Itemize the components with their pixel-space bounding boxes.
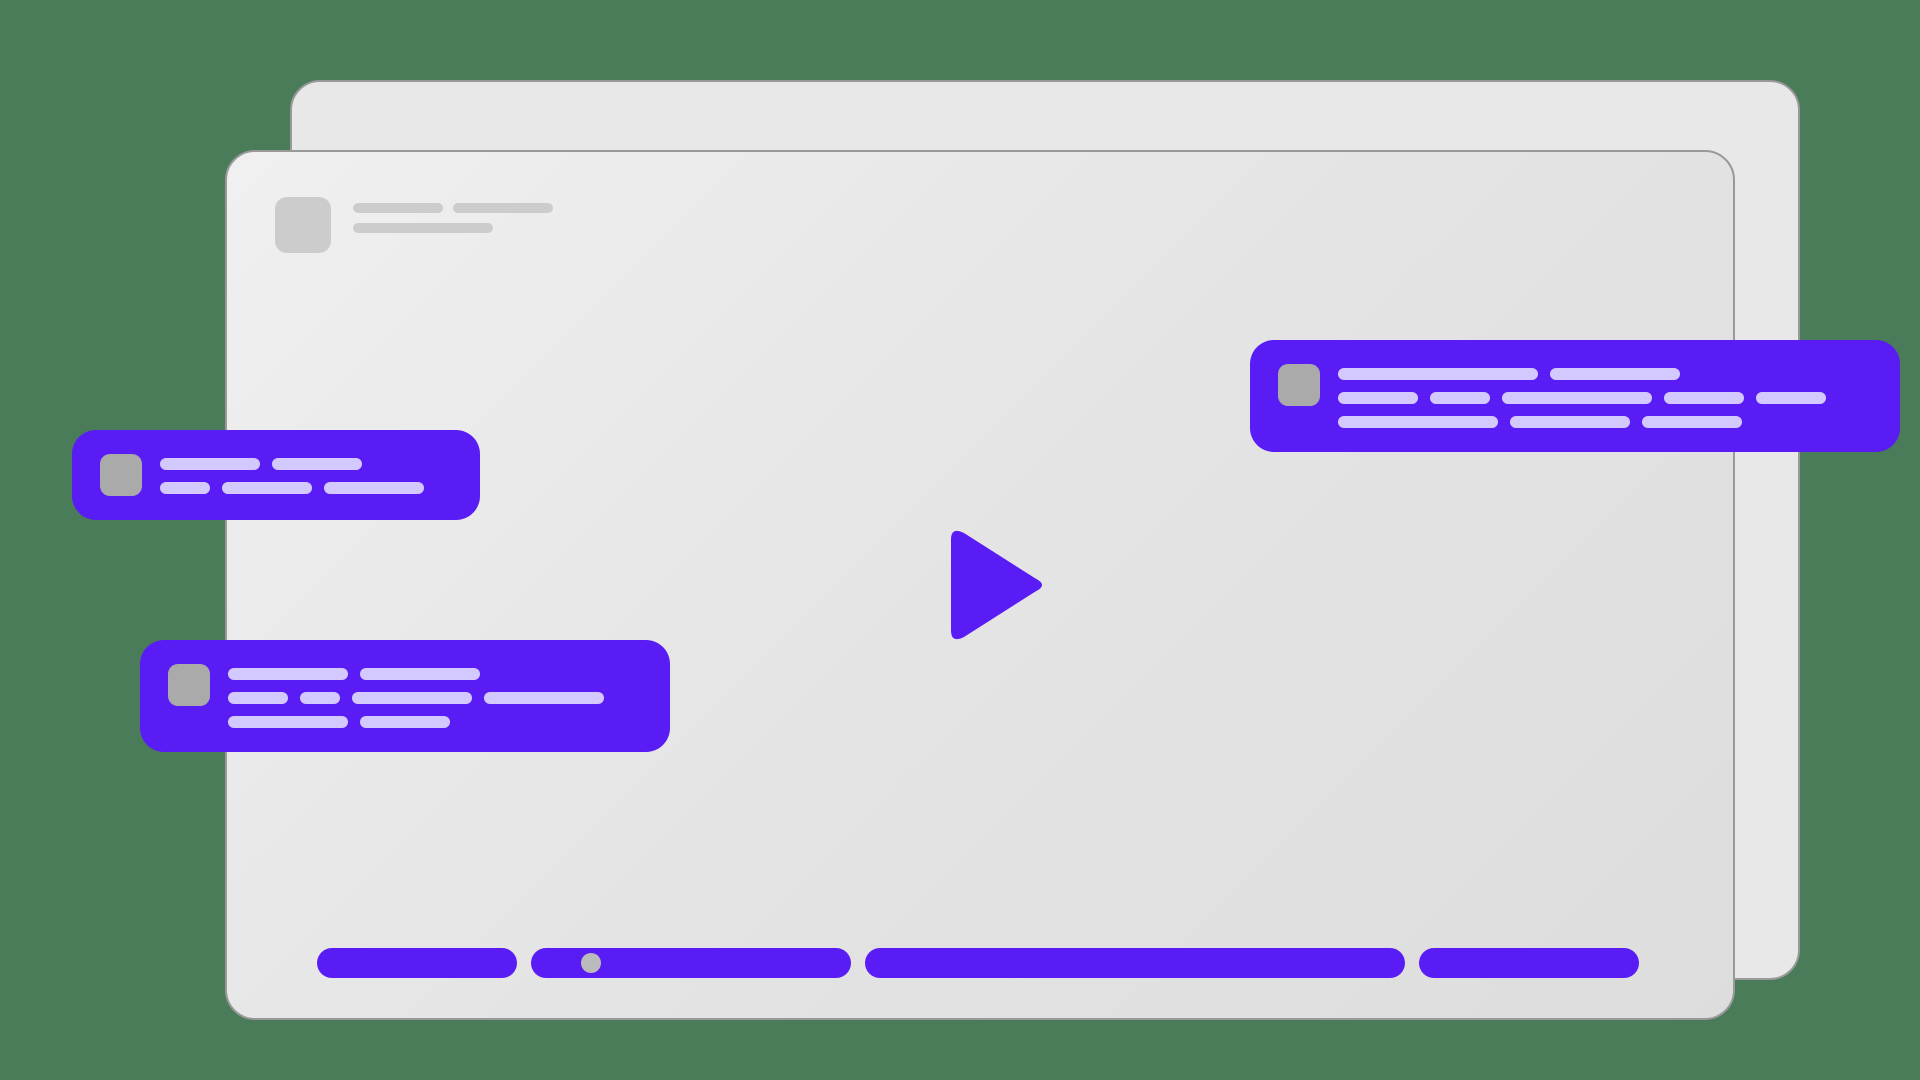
header-subtitle-line (353, 223, 553, 233)
timeline-segment[interactable] (1419, 948, 1639, 978)
comment-avatar (1278, 364, 1320, 406)
comment-bubble[interactable] (72, 430, 480, 520)
comment-text (160, 454, 424, 494)
header-title-line (353, 203, 553, 213)
video-header (275, 197, 553, 253)
comment-avatar (100, 454, 142, 496)
timeline-segment[interactable] (317, 948, 517, 978)
author-avatar (275, 197, 331, 253)
video-player-window (225, 150, 1735, 1020)
comment-bubble[interactable] (1250, 340, 1900, 452)
comment-text (1338, 364, 1826, 428)
comment-avatar (168, 664, 210, 706)
timeline-segment[interactable] (865, 948, 1405, 978)
playhead[interactable] (581, 953, 601, 973)
timeline-segment[interactable] (531, 948, 851, 978)
video-timeline[interactable] (317, 948, 1643, 978)
play-icon (925, 520, 1055, 650)
comment-bubble[interactable] (140, 640, 670, 752)
comment-text (228, 664, 604, 728)
header-text (353, 197, 553, 233)
